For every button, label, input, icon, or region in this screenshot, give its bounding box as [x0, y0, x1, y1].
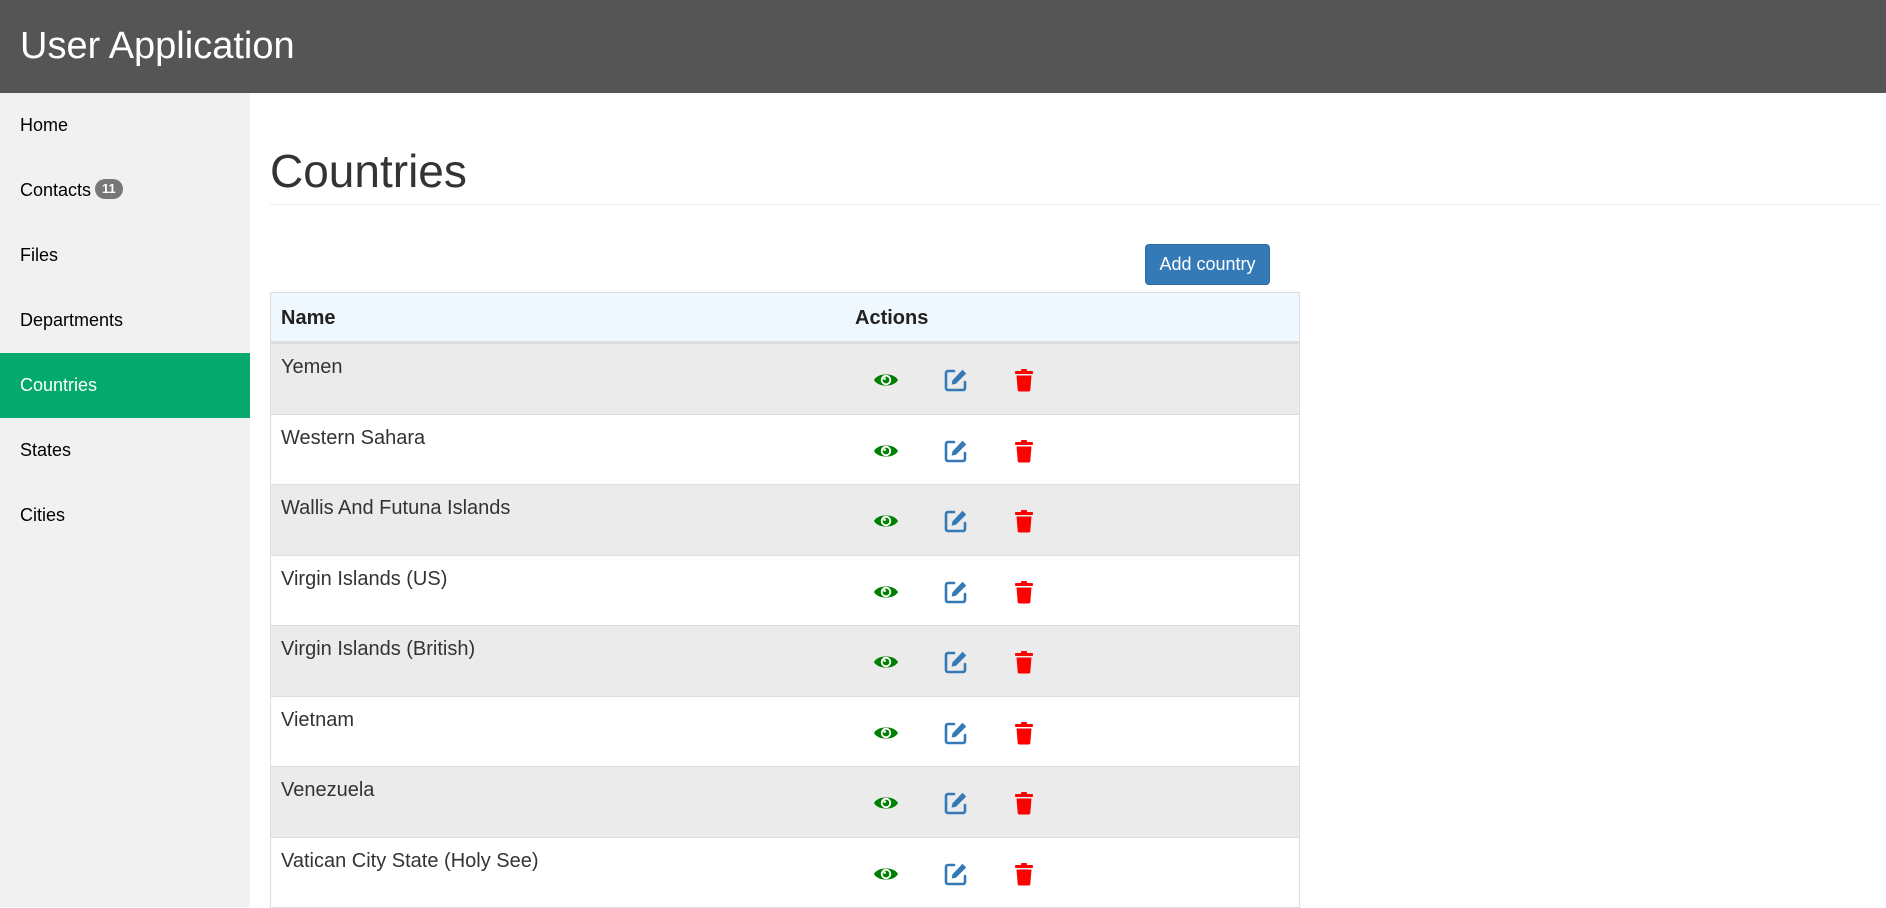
page-title: Countries [270, 145, 467, 197]
sidebar-item-label: Files [20, 245, 59, 265]
edit-button[interactable] [943, 438, 969, 464]
trash-icon [1015, 862, 1033, 885]
trash-icon [1015, 369, 1033, 392]
view-button[interactable] [873, 720, 899, 746]
eye-icon [874, 867, 898, 880]
edit-button[interactable] [943, 790, 969, 816]
sidebar-item-label: Home [20, 115, 69, 135]
eye-icon [874, 656, 898, 668]
view-button[interactable] [873, 649, 899, 675]
view-button[interactable] [873, 508, 899, 534]
sidebar-item-countries[interactable]: Countries [0, 353, 250, 418]
eye-icon [874, 515, 898, 527]
view-button[interactable] [873, 579, 899, 605]
column-header-name: Name [281, 307, 336, 329]
edit-icon [944, 581, 967, 603]
edit-button[interactable] [943, 508, 969, 534]
edit-icon [944, 510, 967, 533]
view-button[interactable] [873, 790, 899, 816]
edit-icon [944, 440, 967, 462]
sidebar-item-label: Departments [20, 310, 124, 330]
country-name: Yemen [281, 356, 343, 378]
edit-icon [944, 792, 967, 815]
country-name: Venezuela [281, 779, 375, 801]
trash-icon [1015, 439, 1033, 462]
table-row: Vatican City State (Holy See) [271, 836, 1299, 907]
eye-icon [874, 726, 898, 739]
trash-icon [1015, 651, 1033, 674]
title-divider [270, 204, 1880, 205]
country-name: Vietnam [281, 708, 355, 731]
edit-button[interactable] [943, 649, 969, 675]
table-header: Name Actions [271, 293, 1299, 343]
sidebar-item-label: Cities [20, 505, 66, 525]
delete-button[interactable] [1011, 861, 1037, 887]
edit-icon [944, 651, 967, 674]
table-row: Yemen [271, 343, 1299, 414]
sidebar-item-contacts[interactable]: Contacts 11 [0, 158, 250, 223]
sidebar-item-home[interactable]: Home [0, 93, 250, 158]
table-row: Venezuela [271, 766, 1299, 837]
app-header: User Application [0, 0, 1886, 93]
eye-icon [874, 374, 898, 386]
table-body: Yemen Western Sahara Wallis And Futuna I… [271, 343, 1299, 907]
country-name: Virgin Islands (US) [281, 567, 448, 590]
trash-icon [1015, 510, 1033, 533]
table-row: Western Sahara [271, 413, 1299, 484]
sidebar-item-departments[interactable]: Departments [0, 288, 250, 353]
table-row: Wallis And Futuna Islands [271, 484, 1299, 555]
eye-icon [874, 444, 898, 457]
country-name: Virgin Islands (British) [281, 638, 476, 660]
table-row: Virgin Islands (US) [271, 554, 1299, 625]
add-country-button[interactable]: Add country [1145, 244, 1270, 285]
delete-button[interactable] [1011, 579, 1037, 605]
countries-table: Name Actions Yemen Western Sahara Wallis… [270, 292, 1300, 908]
country-name: Vatican City State (Holy See) [281, 849, 539, 872]
view-button[interactable] [873, 861, 899, 887]
view-button[interactable] [873, 438, 899, 464]
sidebar-item-states[interactable]: States [0, 418, 250, 483]
eye-icon [874, 797, 898, 809]
delete-button[interactable] [1011, 649, 1037, 675]
sidebar-item-label: States [20, 440, 72, 460]
trash-icon [1015, 721, 1033, 744]
sidebar-item-label: Countries [20, 375, 98, 395]
sidebar-item-files[interactable]: Files [0, 223, 250, 288]
trash-icon [1015, 580, 1033, 603]
edit-button[interactable] [943, 861, 969, 887]
edit-button[interactable] [943, 720, 969, 746]
edit-button[interactable] [943, 579, 969, 605]
sidebar-item-cities[interactable]: Cities [0, 483, 250, 548]
country-name: Wallis And Futuna Islands [281, 497, 511, 519]
app-title: User Application [20, 25, 295, 67]
country-name: Western Sahara [281, 426, 426, 449]
main-content: Countries Add country Name Actions Yemen [270, 93, 1880, 908]
trash-icon [1015, 792, 1033, 815]
delete-button[interactable] [1011, 790, 1037, 816]
sidebar-item-label: Contacts [20, 180, 92, 200]
delete-button[interactable] [1011, 720, 1037, 746]
table-row: Virgin Islands (British) [271, 625, 1299, 696]
sidebar: Home Contacts 11 Files Departments Countr… [0, 93, 250, 907]
column-header-actions: Actions [855, 307, 929, 329]
edit-button[interactable] [943, 367, 969, 393]
edit-icon [944, 369, 967, 392]
delete-button[interactable] [1011, 367, 1037, 393]
view-button[interactable] [873, 367, 899, 393]
contacts-count-badge: 11 [95, 179, 123, 200]
edit-icon [944, 863, 967, 885]
edit-icon [944, 722, 967, 744]
table-row: Vietnam [271, 695, 1299, 766]
delete-button[interactable] [1011, 438, 1037, 464]
eye-icon [874, 585, 898, 598]
delete-button[interactable] [1011, 508, 1037, 534]
